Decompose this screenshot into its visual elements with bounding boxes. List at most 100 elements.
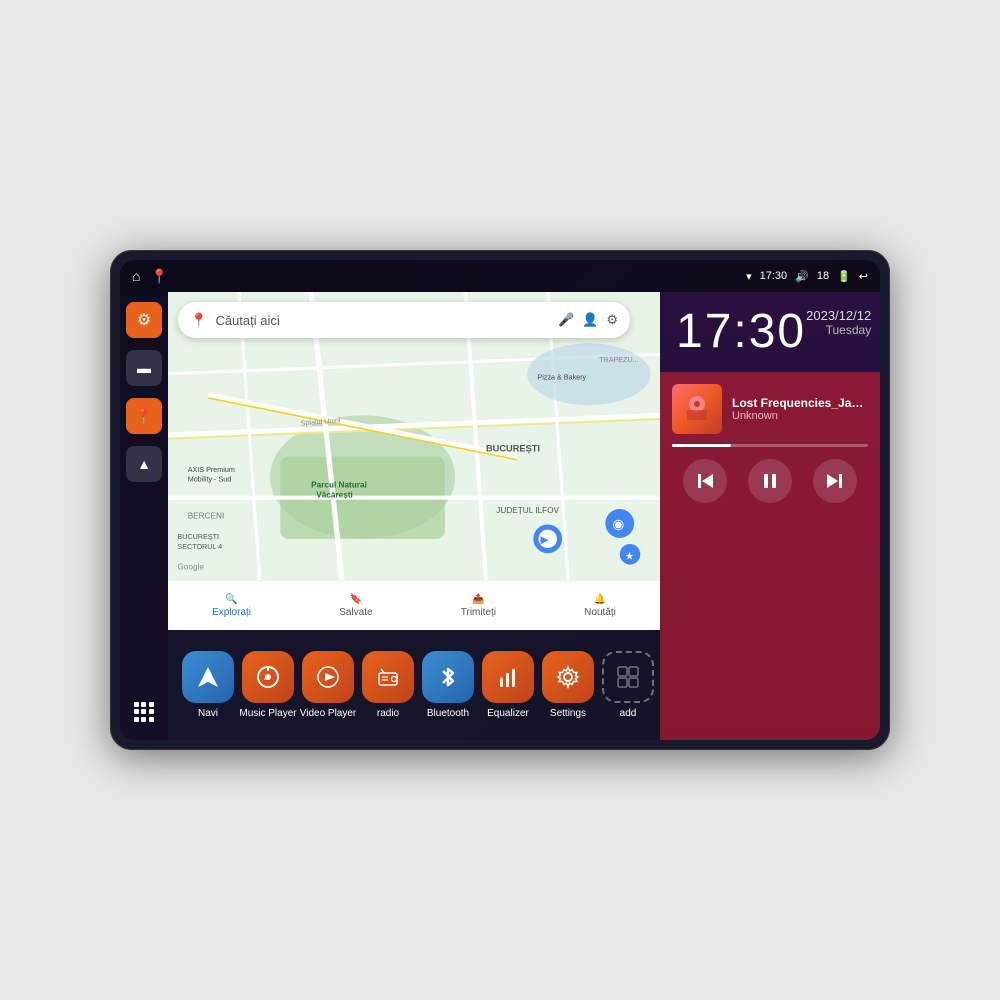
map-tab-send[interactable]: 📤 Trimiteți <box>461 594 496 618</box>
svg-text:TRAPEZU...: TRAPEZU... <box>599 355 639 364</box>
grid-icon <box>134 702 154 722</box>
sidebar-files-button[interactable]: ▬ <box>126 350 162 386</box>
send-icon: 📤 <box>472 594 484 605</box>
news-icon: 🔔 <box>594 594 606 605</box>
battery-icon: 🔋 <box>837 270 851 283</box>
sidebar-maps-button[interactable]: 📍 <box>126 398 162 434</box>
pause-button[interactable] <box>748 459 792 503</box>
music-player-panel: Lost Frequencies_Janie... Unknown <box>660 372 880 740</box>
explore-label: Explorați <box>212 607 251 618</box>
map-bottom-bar: 🔍 Explorați 🔖 Salvate 📤 Trimiteți 🔔 Nout… <box>168 580 660 630</box>
svg-text:BERCENI: BERCENI <box>188 511 225 520</box>
svg-text:▶: ▶ <box>541 535 549 546</box>
mic-icon[interactable]: 🎤 <box>558 312 574 328</box>
app-bluetooth[interactable]: Bluetooth <box>418 651 478 719</box>
music-info-row: Lost Frequencies_Janie... Unknown <box>672 384 868 434</box>
app-navi[interactable]: Navi <box>178 651 238 719</box>
svg-text:Google: Google <box>177 563 204 572</box>
map-tab-explore[interactable]: 🔍 Explorați <box>212 594 251 618</box>
clock-time: 17:30 <box>676 308 806 356</box>
svg-text:SECTORUL 4: SECTORUL 4 <box>177 542 222 551</box>
settings-label: Settings <box>550 708 586 719</box>
music-player-icon: ♪ <box>242 651 294 703</box>
google-maps-icon: 📍 <box>190 312 207 329</box>
navi-label: Navi <box>198 708 218 719</box>
sidebar: ⚙ ▬ 📍 ▲ <box>120 292 168 740</box>
wifi-icon: ▾ <box>746 270 752 283</box>
sidebar-nav-button[interactable]: ▲ <box>126 446 162 482</box>
send-label: Trimiteți <box>461 607 496 618</box>
app-music-player[interactable]: ♪ Music Player <box>238 651 298 719</box>
map-container[interactable]: AXIS Premium Mobility - Sud Pizza & Bake… <box>168 292 660 580</box>
app-equalizer[interactable]: Equalizer <box>478 651 538 719</box>
app-video-player[interactable]: Video Player <box>298 651 358 719</box>
svg-text:JUDEȚUL ILFOV: JUDEȚUL ILFOV <box>496 506 559 515</box>
right-panel: 17:30 2023/12/12 Tuesday <box>660 292 880 740</box>
home-icon[interactable]: ⌂ <box>132 268 140 284</box>
back-icon[interactable]: ↩ <box>859 270 868 283</box>
svg-text:★: ★ <box>625 551 634 562</box>
explore-icon: 🔍 <box>225 594 237 605</box>
map-tab-saved[interactable]: 🔖 Salvate <box>339 594 372 618</box>
radio-label: radio <box>377 708 399 719</box>
settings-icon: ⚙ <box>137 310 151 330</box>
files-icon: ▬ <box>137 360 151 376</box>
search-input[interactable]: Căutați aici <box>215 313 550 328</box>
music-artist: Unknown <box>732 410 868 422</box>
maps-icon: 📍 <box>135 408 152 425</box>
equalizer-label: Equalizer <box>487 708 529 719</box>
video-player-label: Video Player <box>300 708 357 719</box>
navi-icon <box>182 651 234 703</box>
saved-label: Salvate <box>339 607 372 618</box>
more-icon[interactable]: ⚙ <box>606 312 618 328</box>
clock-area: 17:30 2023/12/12 Tuesday <box>660 292 880 372</box>
bluetooth-label: Bluetooth <box>427 708 469 719</box>
map-tab-news[interactable]: 🔔 Noutăți <box>584 594 616 618</box>
app-radio[interactable]: radio <box>358 651 418 719</box>
status-bar-right: ▾ 17:30 🔊 18 🔋 ↩ <box>746 270 868 283</box>
music-progress-fill <box>672 444 731 447</box>
svg-text:BUCUREȘTI: BUCUREȘTI <box>177 532 219 541</box>
center-area: AXIS Premium Mobility - Sud Pizza & Bake… <box>168 292 660 740</box>
music-player-label: Music Player <box>239 708 296 719</box>
app-grid-button[interactable] <box>126 694 162 730</box>
next-button[interactable] <box>813 459 857 503</box>
map-search-bar[interactable]: 📍 Căutați aici 🎤 👤 ⚙ <box>178 302 630 338</box>
saved-icon: 🔖 <box>350 594 362 605</box>
music-controls <box>672 459 868 503</box>
clock-date: 2023/12/12 Tuesday <box>806 308 871 337</box>
nav-icon: ▲ <box>137 456 151 472</box>
bluetooth-icon <box>422 651 474 703</box>
volume-icon: 🔊 <box>795 270 809 283</box>
account-icon[interactable]: 👤 <box>582 312 598 328</box>
main-content: ⚙ ▬ 📍 ▲ <box>120 292 880 740</box>
device-screen: ⌂ 📍 ▾ 17:30 🔊 18 🔋 ↩ ⚙ ▬ <box>120 260 880 740</box>
video-player-icon <box>302 651 354 703</box>
add-label: add <box>620 708 637 719</box>
music-title: Lost Frequencies_Janie... <box>732 396 868 410</box>
svg-text:Parcul Natural: Parcul Natural <box>311 480 367 489</box>
battery-level: 18 <box>817 270 829 282</box>
prev-button[interactable] <box>683 459 727 503</box>
status-bar: ⌂ 📍 ▾ 17:30 🔊 18 🔋 ↩ <box>120 260 880 292</box>
map-search-icons: 🎤 👤 ⚙ <box>558 312 618 328</box>
svg-text:◉: ◉ <box>613 517 625 532</box>
album-art <box>672 384 722 434</box>
radio-icon <box>362 651 414 703</box>
svg-text:Mobility - Sud: Mobility - Sud <box>188 474 232 483</box>
news-label: Noutăți <box>584 607 616 618</box>
location-icon[interactable]: 📍 <box>150 268 167 285</box>
app-drawer: Navi ♪ Music Player <box>168 630 660 740</box>
app-settings[interactable]: Settings <box>538 651 598 719</box>
svg-text:BUCUREȘTI: BUCUREȘTI <box>486 443 540 453</box>
settings-app-icon <box>542 651 594 703</box>
svg-text:Pizza & Bakery: Pizza & Bakery <box>537 372 586 381</box>
album-art-inner <box>672 384 722 434</box>
app-add[interactable]: add <box>598 651 658 719</box>
device: ⌂ 📍 ▾ 17:30 🔊 18 🔋 ↩ ⚙ ▬ <box>110 250 890 750</box>
clock-date-main: 2023/12/12 <box>806 308 871 323</box>
music-progress-bar[interactable] <box>672 444 868 447</box>
sidebar-settings-button[interactable]: ⚙ <box>126 302 162 338</box>
status-time: 17:30 <box>760 270 788 282</box>
svg-text:♪: ♪ <box>263 672 268 683</box>
